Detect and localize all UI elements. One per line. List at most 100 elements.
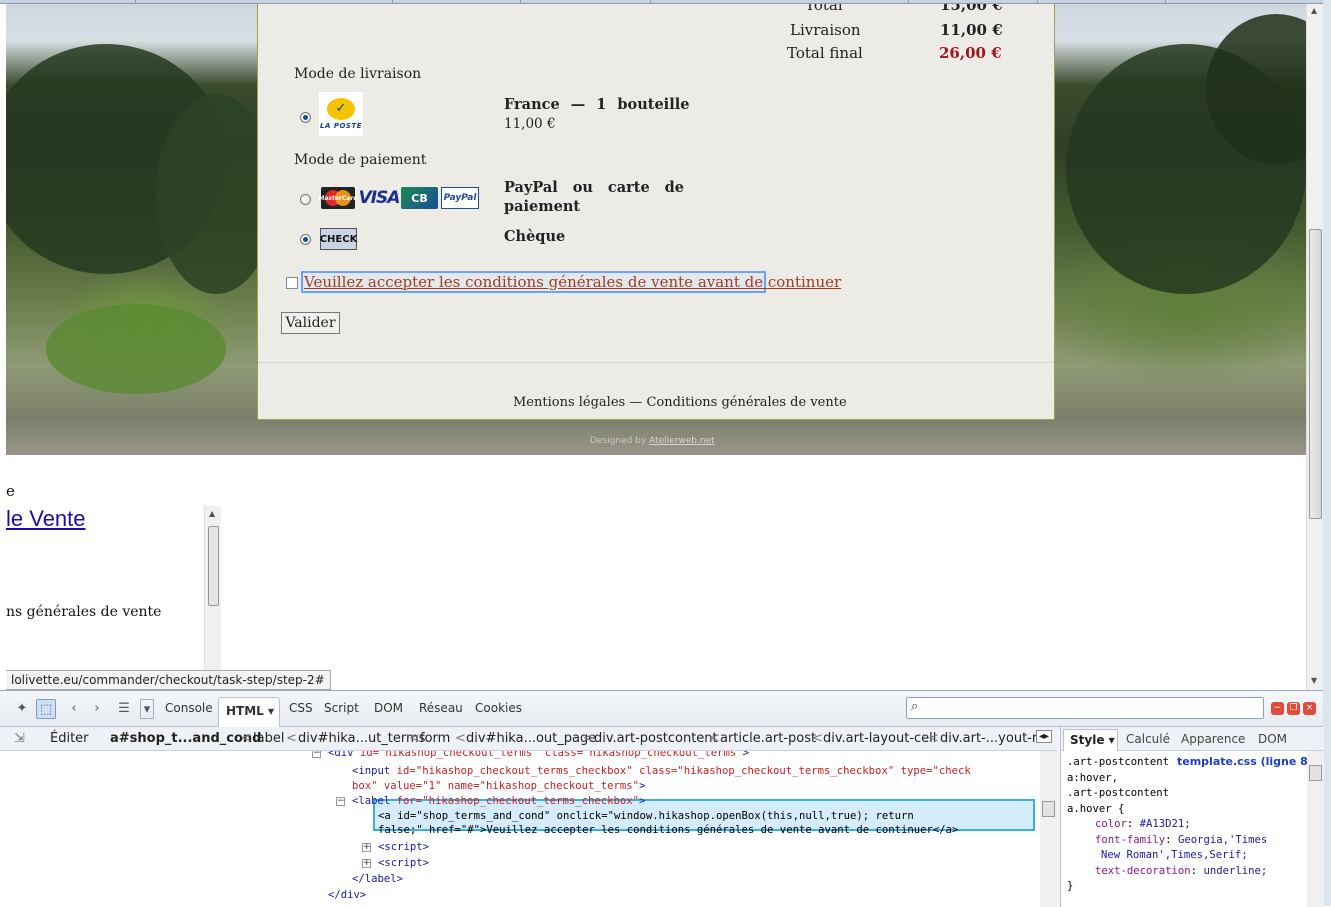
side-tabs: Style ▾ Calculé Apparence DOM (1061, 727, 1324, 751)
shipping-value: 11,00 € (940, 21, 1003, 39)
forward-arrow-icon[interactable]: › (87, 699, 107, 719)
terms-checkbox[interactable] (286, 277, 298, 289)
window-edge (1323, 0, 1331, 906)
firebug-panel: ✦ ⬚ ‹ › ☰ ▾ Console HTML ▾ CSS Script DO… (0, 690, 1324, 907)
tree-line-label[interactable]: <label for="hikashop_checkout_terms_chec… (352, 795, 645, 807)
css-property[interactable]: font-family: Georgia,'Times (1067, 833, 1267, 849)
tab-reseau[interactable]: Réseau (419, 701, 463, 715)
collapse-icon[interactable]: − (312, 751, 321, 758)
css-property[interactable]: color: #A13D21; (1067, 817, 1267, 833)
final-total-value: 26,00 € (939, 44, 1002, 62)
side-tab-style[interactable]: Style ▾ (1063, 729, 1118, 751)
check-logo-icon: CHECK (320, 228, 357, 250)
css-selector: a.hover { (1067, 802, 1125, 815)
css-selector: .art-postcontent (1067, 787, 1170, 799)
back-arrow-icon[interactable]: ‹ (64, 699, 84, 719)
inspect-icon[interactable]: ⬚ (36, 699, 56, 719)
breadcrumb-item[interactable]: form (420, 731, 450, 746)
breadcrumb-item[interactable]: div.art-layout-cell (823, 731, 936, 746)
edit-button[interactable]: Éditer (50, 731, 89, 746)
tree-line-anchor-cont: false;" href="#">Veuillez accepter les c… (378, 824, 959, 836)
breadcrumb-item[interactable]: div#hika...out_page (466, 731, 596, 746)
cb-logo-icon: CB (401, 187, 438, 209)
paypal-logo-icon: PayPal (441, 187, 479, 209)
style-side-panel: Style ▾ Calculé Apparence DOM template.c… (1060, 727, 1324, 907)
breadcrumb-expand-icon[interactable]: ⇲ (14, 731, 25, 746)
total-value: 15,00 € (940, 4, 1003, 14)
detach-icon[interactable]: ❐ (1287, 702, 1300, 715)
css-rule: .art-postcontent a:hover, .art-postconte… (1067, 755, 1267, 895)
html-tree: − <div id="hikashop_checkout_terms" clas… (0, 751, 1040, 907)
tree-line-div[interactable]: <div id="hikashop_checkout_terms" class=… (328, 751, 749, 759)
visa-logo-icon: VISA (358, 188, 401, 208)
side-tab-computed[interactable]: Calculé (1126, 732, 1170, 746)
firebug-search-input[interactable]: ⌕ (906, 697, 1264, 719)
submit-button[interactable]: Valider (281, 312, 340, 334)
final-total-label: Total final (787, 44, 863, 62)
panel-divider (258, 362, 1054, 363)
dropdown-icon[interactable]: ▾ (140, 699, 154, 719)
shipping-option-price: 11,00 € (504, 116, 556, 132)
frame-scrollbar[interactable]: ▲ (204, 506, 221, 672)
lower-heading-link[interactable]: le Vente (6, 506, 86, 532)
tab-css[interactable]: CSS (289, 701, 313, 715)
payment-section-title: Mode de paiement (294, 152, 427, 168)
side-tab-layout[interactable]: Apparence (1181, 732, 1245, 746)
shipping-radio-france[interactable] (300, 112, 311, 123)
shipping-option-name: France — 1 bouteille (504, 96, 690, 113)
close-icon[interactable]: × (1303, 702, 1316, 715)
page-scrollbar[interactable]: ▲ ▼ (1306, 4, 1323, 690)
menu-list-icon[interactable]: ☰ (114, 699, 134, 719)
breadcrumb-item[interactable]: a#shop_t...and_cond (110, 731, 261, 746)
tree-line-input[interactable]: <input id="hikashop_checkout_terms_check… (352, 765, 971, 777)
style-panel-scrollbar[interactable] (1307, 751, 1324, 907)
breadcrumb-item[interactable]: article.art-post (720, 731, 816, 746)
breadcrumb-item[interactable]: div.art-postcontent (594, 731, 718, 746)
breadcrumb-item[interactable]: label (253, 731, 284, 746)
breadcrumb-item[interactable]: div.art-...yout-r (940, 731, 1037, 746)
tree-line-input-cont: box" value="1" name="hikashop_checkout_t… (352, 780, 646, 792)
expand-icon[interactable]: + (362, 843, 371, 852)
tree-line-script[interactable]: <script> (378, 841, 429, 853)
payment-paypal-label: PayPal ou carte de paiement (504, 179, 684, 215)
status-url: lolivette.eu/commander/checkout/task-ste… (6, 670, 331, 690)
footer-links[interactable]: Mentions légales — Conditions générales … (513, 395, 847, 410)
firebug-toolbar: ✦ ⬚ ‹ › ☰ ▾ Console HTML ▾ CSS Script DO… (0, 691, 1323, 727)
breadcrumb-item[interactable]: div#hika...ut_terms (298, 731, 425, 746)
page-viewport: Total 15,00 € Livraison 11,00 € Total fi… (0, 4, 1306, 690)
side-tab-dom[interactable]: DOM (1258, 732, 1287, 746)
html-tree-scrollbar[interactable] (1040, 751, 1057, 907)
terms-link[interactable]: Veuillez accepter les conditions général… (301, 271, 841, 293)
tab-script[interactable]: Script (324, 701, 359, 715)
lower-text-3: ns générales de vente (6, 604, 162, 620)
firebug-bug-icon[interactable]: ✦ (12, 699, 32, 719)
collapse-icon[interactable]: − (336, 797, 345, 806)
tree-line-anchor: <a id="shop_terms_and_cond" onclick="win… (378, 810, 914, 822)
css-selector: .art-postcontent (1067, 756, 1170, 768)
tab-cookies[interactable]: Cookies (475, 701, 522, 715)
css-property-cont: New Roman',Times,Serif; (1101, 849, 1248, 861)
payment-radio-paypal[interactable] (300, 194, 311, 205)
shipping-section-title: Mode de livraison (294, 66, 422, 82)
lower-content (0, 459, 1306, 690)
mastercard-logo-icon: MasterCard (318, 187, 358, 209)
shipping-label: Livraison (790, 21, 861, 39)
expand-icon[interactable]: + (362, 859, 371, 868)
minimize-icon[interactable]: − (1271, 702, 1284, 715)
tab-dom[interactable]: DOM (374, 701, 403, 715)
tab-html[interactable]: HTML ▾ (218, 697, 280, 727)
css-selector: a:hover, (1067, 771, 1119, 784)
css-property[interactable]: text-decoration: underline; (1067, 864, 1267, 880)
tree-line-script[interactable]: <script> (378, 857, 429, 869)
total-label: Total (805, 4, 843, 14)
lower-text-1: e (6, 482, 15, 500)
breadcrumb-scroll-icon[interactable]: ◂▸ (1036, 730, 1053, 743)
designed-by-link[interactable]: Atelierweb.net (649, 436, 715, 446)
html-breadcrumb: ⇲ Éditer a#shop_t...and_cond < label < d… (0, 727, 1057, 751)
tree-line-div-close: </div> (328, 889, 367, 901)
css-rule-close: } (1067, 880, 1074, 892)
tab-console[interactable]: Console (165, 701, 213, 715)
tree-line-label-close: </label> (352, 873, 404, 885)
designed-by-credit: Designed by Atelierweb.net (590, 436, 715, 446)
payment-radio-check[interactable] (300, 234, 311, 245)
